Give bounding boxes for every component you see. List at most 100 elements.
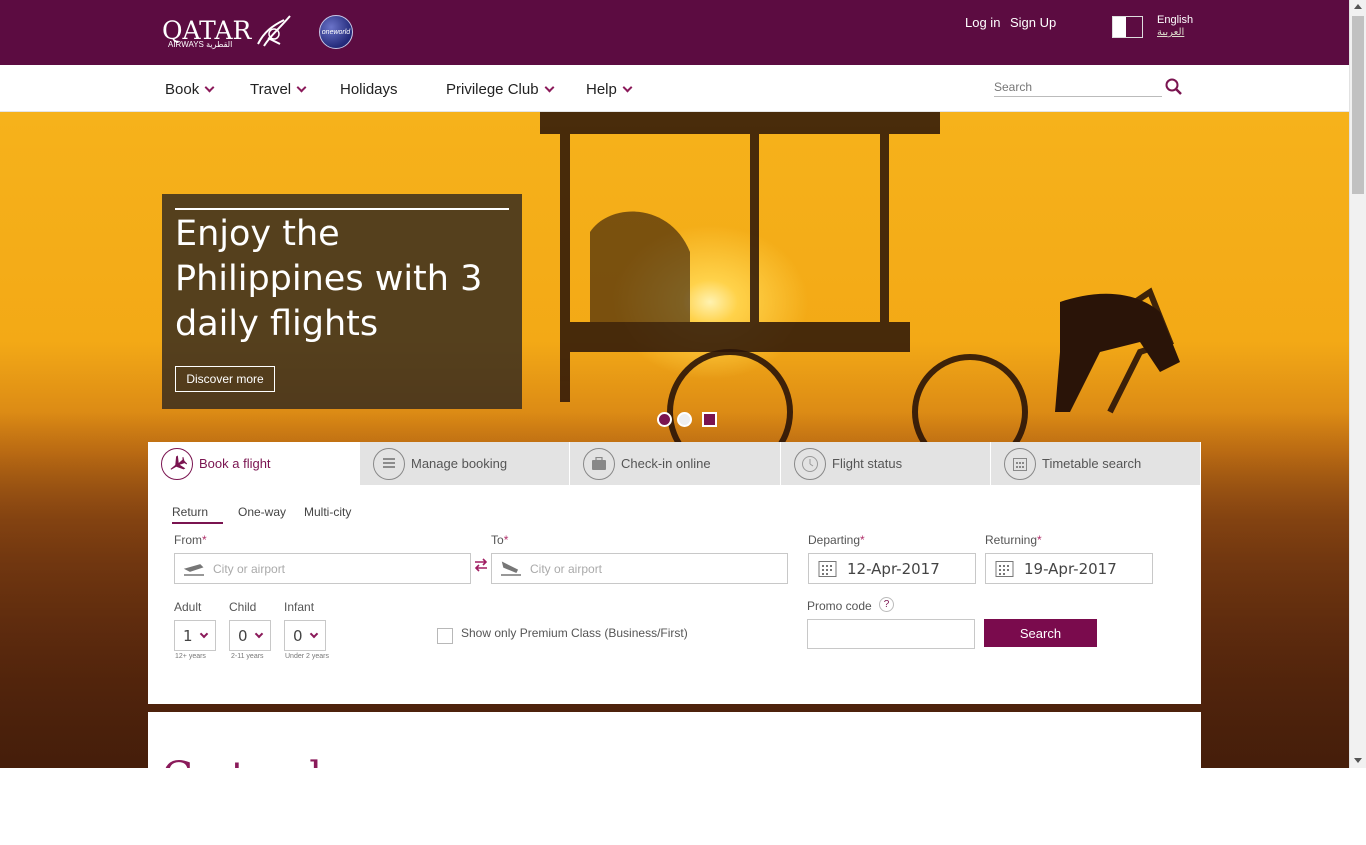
plane-icon	[161, 447, 193, 480]
returning-date-field[interactable]: 19-Apr-2017	[985, 553, 1153, 584]
carousel-indicators	[657, 412, 717, 427]
to-field[interactable]: City or airport	[491, 553, 788, 584]
nav-item-help[interactable]: Help	[586, 81, 633, 98]
search-flights-button[interactable]: Search	[984, 619, 1097, 647]
tab-label: Check-in online	[621, 456, 711, 471]
premium-class-label[interactable]: Show only Premium Class (Business/First)	[461, 626, 688, 640]
departing-date-value: 12-Apr-2017	[847, 559, 940, 578]
from-field[interactable]: City or airport	[174, 553, 471, 584]
premium-class-checkbox[interactable]	[437, 628, 453, 644]
promo-code-label: Promo code	[807, 599, 872, 613]
departing-label-text: Departing	[808, 533, 861, 547]
departing-date-field[interactable]: 12-Apr-2017	[808, 553, 976, 584]
from-label: From*	[174, 533, 207, 547]
nav-item-label: Book	[165, 81, 200, 98]
calendar-icon	[1004, 447, 1036, 480]
child-select[interactable]: 0	[229, 620, 271, 651]
chevron-down-icon	[199, 629, 208, 639]
promo-headline: Enjoy the Philippines with 3 daily fligh…	[175, 214, 483, 344]
language-english[interactable]: English	[1157, 14, 1193, 26]
qatar-airways-logo[interactable]: QATAR AIRWAYS القطرية	[162, 14, 292, 50]
below-fold-section: Go to places	[148, 712, 1201, 768]
plane-landing-icon	[501, 561, 521, 576]
main-navigation: Book Travel Holidays Privilege Club Help	[0, 65, 1349, 112]
nav-item-travel[interactable]: Travel	[250, 81, 307, 98]
carousel-dot-1[interactable]	[657, 412, 672, 427]
briefcase-icon	[583, 447, 615, 480]
tab-label: Book a flight	[199, 456, 271, 471]
to-label: To*	[491, 533, 508, 547]
child-age-note: 2-11 years	[231, 653, 264, 660]
returning-label-text: Returning	[985, 533, 1038, 547]
language-arabic-link[interactable]: العربية	[1157, 27, 1184, 38]
promo-divider	[175, 208, 509, 210]
nav-item-book[interactable]: Book	[165, 81, 215, 98]
login-link[interactable]: Log in	[965, 15, 1000, 30]
vertical-scrollbar[interactable]	[1349, 0, 1366, 768]
to-label-text: To	[491, 533, 504, 547]
departing-label: Departing*	[808, 533, 865, 547]
to-input[interactable]: City or airport	[530, 562, 602, 576]
tab-manage-booking[interactable]: Manage booking	[360, 442, 570, 485]
adult-label: Adult	[174, 600, 202, 614]
calendar-icon	[995, 560, 1014, 577]
scroll-up-arrow-icon[interactable]	[1354, 4, 1362, 9]
returning-date-value: 19-Apr-2017	[1024, 559, 1117, 578]
signup-link[interactable]: Sign Up	[1010, 15, 1056, 30]
chevron-down-icon	[309, 629, 318, 639]
trip-type-one-way[interactable]: One-way	[238, 505, 286, 519]
carousel-dot-2[interactable]	[677, 412, 692, 427]
oryx-icon	[257, 15, 291, 47]
section-heading: Go to places	[162, 754, 412, 768]
scrollbar-thumb[interactable]	[1352, 16, 1364, 194]
adult-select[interactable]: 1	[174, 620, 216, 651]
nav-item-holidays[interactable]: Holidays	[340, 81, 398, 98]
nav-item-label: Privilege Club	[446, 81, 539, 98]
infant-age-note: Under 2 years	[285, 653, 329, 660]
qatar-flag-icon[interactable]	[1112, 16, 1143, 38]
chevron-down-icon	[622, 82, 633, 92]
horse-carriage-illustration	[540, 112, 1180, 442]
nav-item-label: Help	[586, 81, 617, 98]
carousel-pause-button[interactable]	[702, 412, 717, 427]
oneworld-label: oneworld	[321, 28, 351, 36]
infant-value: 0	[293, 626, 303, 645]
oneworld-badge[interactable]: oneworld	[319, 15, 353, 49]
tab-timetable-search[interactable]: Timetable search	[991, 442, 1201, 485]
site-search-input[interactable]	[994, 77, 1162, 97]
tab-flight-status[interactable]: Flight status	[781, 442, 991, 485]
nav-item-privilege-club[interactable]: Privilege Club	[446, 81, 554, 98]
booking-widget: Book a flight Manage booking Check-in on…	[148, 442, 1201, 704]
adult-age-note: 12+ years	[175, 653, 206, 660]
browser-viewport: QATAR AIRWAYS القطرية oneworld Log in Si…	[0, 0, 1366, 768]
child-label: Child	[229, 600, 257, 614]
search-icon[interactable]	[1164, 77, 1184, 97]
trip-type-multi-city[interactable]: Multi-city	[304, 505, 351, 519]
child-value: 0	[238, 626, 248, 645]
required-mark: *	[503, 533, 509, 547]
scroll-down-arrow-icon[interactable]	[1354, 758, 1362, 763]
tab-label: Manage booking	[411, 456, 508, 471]
plane-takeoff-icon	[183, 563, 204, 576]
promo-code-input[interactable]	[807, 619, 975, 649]
chevron-down-icon	[254, 629, 263, 639]
infant-select[interactable]: 0	[284, 620, 326, 651]
infant-label: Infant	[284, 600, 315, 614]
tab-book-a-flight[interactable]: Book a flight	[148, 442, 360, 485]
from-input[interactable]: City or airport	[213, 562, 285, 576]
help-question-icon[interactable]: ?	[879, 597, 894, 612]
adult-value: 1	[183, 626, 193, 645]
calendar-icon	[818, 560, 837, 577]
chevron-down-icon	[544, 82, 554, 92]
required-mark: *	[860, 533, 865, 547]
tab-check-in-online[interactable]: Check-in online	[570, 442, 781, 485]
chevron-down-icon	[296, 82, 307, 92]
chevron-down-icon	[204, 82, 215, 92]
booking-tabs: Book a flight Manage booking Check-in on…	[148, 442, 1201, 485]
nav-item-label: Holidays	[340, 81, 398, 98]
trip-type-return[interactable]: Return	[172, 505, 223, 524]
discover-more-button[interactable]: Discover more	[175, 366, 275, 392]
returning-label: Returning*	[985, 533, 1042, 547]
swap-icon[interactable]	[473, 556, 489, 574]
tab-label: Flight status	[832, 456, 903, 471]
